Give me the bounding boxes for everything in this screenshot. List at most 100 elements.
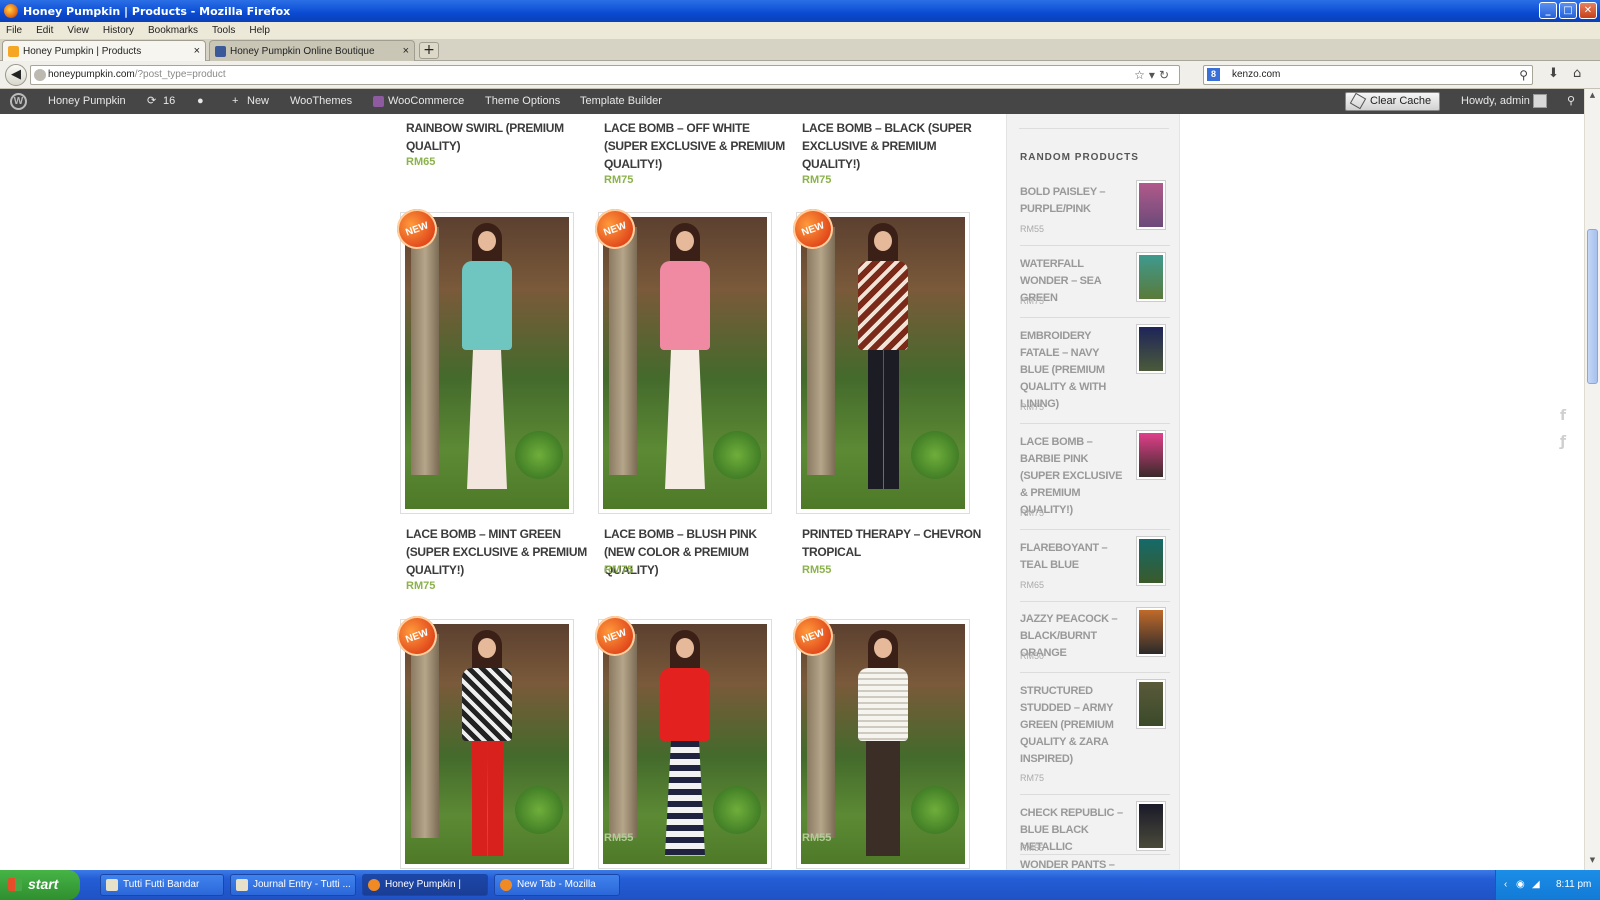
back-button[interactable]: ◀	[5, 64, 27, 86]
sidebar-product-thumb[interactable]	[1136, 430, 1166, 480]
sidebar-product-thumb[interactable]	[1136, 679, 1166, 729]
clear-cache-label: Clear Cache	[1370, 95, 1432, 107]
product-title[interactable]: LACE BOMB – OFF WHITE (SUPER EXCLUSIVE &…	[604, 119, 786, 173]
taskbar-item[interactable]: Tutti Futti Bandar Bot...	[100, 874, 224, 900]
globe-icon	[34, 69, 46, 81]
taskbar-item[interactable]: Journal Entry - Tutti ...	[230, 874, 356, 896]
product-photo	[603, 624, 767, 864]
comments-icon[interactable]: ●	[197, 89, 204, 114]
sidebar-product-thumb[interactable]	[1136, 801, 1166, 851]
updates-count[interactable]: 16	[163, 89, 175, 114]
sidebar-product-thumb[interactable]	[1136, 180, 1166, 230]
search-input[interactable]: kenzo.com	[1232, 69, 1280, 80]
taskbar-item[interactable]: Honey Pumpkin | Pro...	[362, 874, 488, 900]
tray-arrow-icon[interactable]: ‹	[1504, 870, 1507, 900]
sidebar-product-price: RM55	[1020, 843, 1045, 853]
tab-products[interactable]: Honey Pumpkin | Products ×	[2, 40, 206, 61]
sidebar-product-thumb[interactable]	[1136, 324, 1166, 374]
sidebar-product-name[interactable]: WONDER PANTS –	[1020, 857, 1128, 870]
menu-tools[interactable]: Tools	[206, 25, 243, 36]
menu-file[interactable]: File	[0, 25, 30, 36]
sidebar-product-price: RM50	[1020, 651, 1045, 661]
network-icon[interactable]: ◉	[1516, 870, 1525, 900]
product-price: RM55	[604, 832, 634, 844]
vertical-scrollbar[interactable]: ▲ ▼	[1584, 89, 1600, 870]
scroll-up-icon[interactable]: ▲	[1587, 91, 1598, 103]
product-photo	[801, 217, 965, 509]
taskbar-item-label: Honey Pumpkin | Pro...	[385, 879, 461, 900]
sidebar-product-thumb[interactable]	[1136, 607, 1166, 657]
list-item[interactable]: BOLD PAISLEY – PURPLE/PINK RM55	[1020, 180, 1170, 246]
sidebar-product-thumb[interactable]	[1136, 536, 1166, 586]
product-image[interactable]: NEW	[391, 203, 574, 514]
list-item[interactable]: FLAREBOYANT – TEAL BLUE RM65	[1020, 536, 1170, 602]
random-products-sidebar: RANDOM PRODUCTS BOLD PAISLEY – PURPLE/PI…	[1006, 114, 1180, 870]
site-name-link[interactable]: Honey Pumpkin	[48, 89, 126, 114]
sidebar-product-name[interactable]: LACE BOMB – BARBIE PINK (SUPER EXCLUSIVE…	[1020, 434, 1128, 519]
maximize-button[interactable]: □	[1559, 2, 1577, 19]
sidebar-product-price: RM55	[1020, 224, 1045, 234]
reload-icon[interactable]: ↻	[1159, 68, 1173, 82]
updates-icon[interactable]: ⟳	[147, 89, 156, 114]
list-item[interactable]: LACE BOMB – BARBIE PINK (SUPER EXCLUSIVE…	[1020, 430, 1170, 530]
scrollbar-thumb[interactable]	[1587, 229, 1598, 384]
new-content-link[interactable]: New	[247, 89, 269, 114]
menu-edit[interactable]: Edit	[30, 25, 61, 36]
woothemes-link[interactable]: WooThemes	[290, 89, 352, 114]
list-item[interactable]: JAZZY PEACOCK – BLACK/BURNT ORANGE RM50	[1020, 607, 1170, 673]
product-title[interactable]: LACE BOMB – BLACK (SUPER EXCLUSIVE & PRE…	[802, 119, 984, 173]
sidebar-product-thumb[interactable]	[1136, 252, 1166, 302]
sidebar-product-name[interactable]: BOLD PAISLEY – PURPLE/PINK	[1020, 184, 1128, 218]
theme-options-link[interactable]: Theme Options	[485, 89, 560, 114]
product-image[interactable]: NEW	[391, 610, 574, 869]
dropdown-arrow-icon[interactable]: ▾	[1149, 68, 1159, 82]
admin-search-icon[interactable]: ⚲	[1567, 89, 1575, 114]
list-item[interactable]: EMBROIDERY FATALE – NAVY BLUE (PREMIUM Q…	[1020, 324, 1170, 424]
wordpress-logo-icon[interactable]: W	[10, 93, 27, 110]
sidebar-product-name[interactable]: FLAREBOYANT – TEAL BLUE	[1020, 540, 1128, 574]
scroll-down-icon[interactable]: ▼	[1587, 856, 1598, 868]
pumpkin-favicon-icon	[8, 45, 19, 57]
product-title[interactable]: LACE BOMB – MINT GREEN (SUPER EXCLUSIVE …	[406, 525, 588, 579]
download-icon[interactable]: ⬇	[1548, 66, 1559, 81]
search-bar[interactable]: 8 kenzo.com ⚲	[1203, 65, 1533, 85]
menu-help[interactable]: Help	[243, 25, 278, 36]
start-button[interactable]: start	[0, 870, 80, 900]
social-share-icons[interactable]: fƒ	[1560, 408, 1566, 450]
menu-bookmarks[interactable]: Bookmarks	[142, 25, 206, 36]
taskbar-item[interactable]: New Tab - Mozilla Fire...	[494, 874, 620, 900]
google-search-icon[interactable]: 8	[1207, 68, 1220, 81]
home-icon[interactable]: ⌂	[1573, 66, 1581, 81]
product-image[interactable]: NEW	[589, 203, 772, 514]
list-item[interactable]: WATERFALL WONDER – SEA GREEN RM75	[1020, 252, 1170, 318]
minimize-button[interactable]: _	[1539, 2, 1557, 19]
list-item[interactable]: WONDER PANTS –	[1020, 857, 1170, 870]
share-icon[interactable]: ƒ	[1560, 434, 1566, 450]
sidebar-product-name[interactable]: STRUCTURED STUDDED – ARMY GREEN (PREMIUM…	[1020, 683, 1128, 768]
list-item[interactable]: CHECK REPUBLIC – BLUE BLACK METALLIC RM5…	[1020, 801, 1170, 855]
product-title[interactable]: RAINBOW SWIRL (PREMIUM QUALITY)	[406, 119, 588, 155]
tab-close-icon[interactable]: ×	[194, 45, 200, 57]
sidebar-product-price: RM75	[1020, 773, 1045, 783]
volume-icon[interactable]: ◢	[1532, 870, 1540, 900]
close-window-button[interactable]: ✕	[1579, 2, 1597, 19]
list-item[interactable]: STRUCTURED STUDDED – ARMY GREEN (PREMIUM…	[1020, 679, 1170, 795]
clear-cache-button[interactable]: Clear Cache	[1345, 92, 1440, 111]
new-tab-button[interactable]: +	[419, 42, 439, 59]
product-title[interactable]: PRINTED THERAPY – CHEVRON TROPICAL	[802, 525, 984, 561]
woocommerce-link[interactable]: WooCommerce	[388, 89, 464, 114]
magnifier-icon[interactable]: ⚲	[1519, 66, 1528, 84]
template-builder-link[interactable]: Template Builder	[580, 89, 662, 114]
bookmark-star-icon[interactable]: ☆	[1134, 68, 1149, 82]
tab-close-icon[interactable]: ×	[403, 45, 409, 57]
howdy-user-menu[interactable]: Howdy, admin	[1461, 89, 1530, 114]
sidebar-product-name[interactable]: EMBROIDERY FATALE – NAVY BLUE (PREMIUM Q…	[1020, 328, 1128, 413]
menu-view[interactable]: View	[61, 25, 97, 36]
sidebar-product-price: RM75	[1020, 508, 1045, 518]
product-image[interactable]: NEW	[787, 203, 970, 514]
facebook-icon[interactable]: f	[1560, 408, 1566, 424]
avatar[interactable]	[1533, 94, 1547, 108]
url-bar[interactable]: honeypumpkin.com/?post_type=product ☆▾↻	[30, 65, 1180, 85]
tab-boutique[interactable]: Honey Pumpkin Online Boutique ×	[209, 40, 415, 61]
menu-history[interactable]: History	[97, 25, 142, 36]
